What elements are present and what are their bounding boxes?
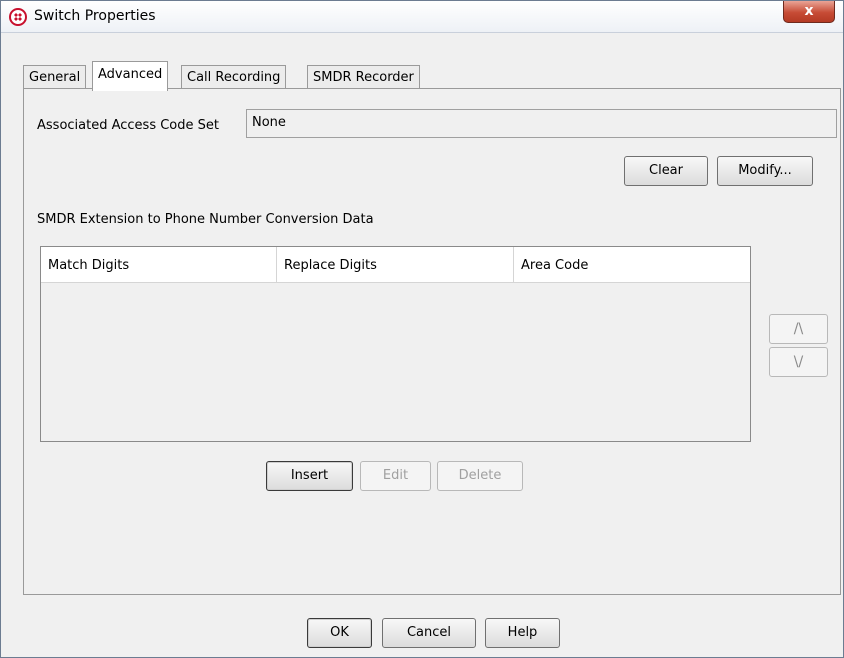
column-header-match-digits[interactable]: Match Digits (41, 247, 277, 282)
edit-button[interactable]: Edit (360, 461, 431, 491)
smdr-conversion-table[interactable]: Match Digits Replace Digits Area Code (40, 246, 751, 442)
chevron-up-icon: /\ (793, 321, 804, 337)
ok-button[interactable]: OK (307, 618, 372, 648)
switch-properties-window: Switch Properties x General Advanced Cal… (0, 0, 844, 658)
insert-button[interactable]: Insert (266, 461, 353, 491)
smdr-section-label: SMDR Extension to Phone Number Conversio… (37, 212, 374, 227)
tab-advanced[interactable]: Advanced (92, 61, 169, 91)
help-button[interactable]: Help (485, 618, 560, 648)
tab-general[interactable]: General (23, 65, 87, 90)
table-header: Match Digits Replace Digits Area Code (41, 247, 750, 283)
delete-button[interactable]: Delete (437, 461, 523, 491)
modify-button[interactable]: Modify... (717, 156, 813, 186)
app-logo-icon (9, 8, 27, 26)
close-icon: x (804, 3, 814, 19)
title-bar[interactable]: Switch Properties x (1, 1, 843, 33)
tab-call-recording[interactable]: Call Recording (181, 65, 287, 90)
cancel-button[interactable]: Cancel (382, 618, 476, 648)
close-button[interactable]: x (783, 1, 835, 23)
window-title: Switch Properties (34, 8, 156, 24)
chevron-down-icon: \/ (793, 354, 804, 370)
move-up-button[interactable]: /\ (769, 314, 828, 344)
column-header-area-code[interactable]: Area Code (514, 247, 750, 282)
move-down-button[interactable]: \/ (769, 347, 828, 377)
access-code-set-label: Associated Access Code Set (37, 118, 219, 133)
column-header-replace-digits[interactable]: Replace Digits (277, 247, 514, 282)
tab-smdr-recorder[interactable]: SMDR Recorder (307, 65, 420, 90)
access-code-set-field: None (246, 109, 837, 138)
clear-button[interactable]: Clear (624, 156, 708, 186)
